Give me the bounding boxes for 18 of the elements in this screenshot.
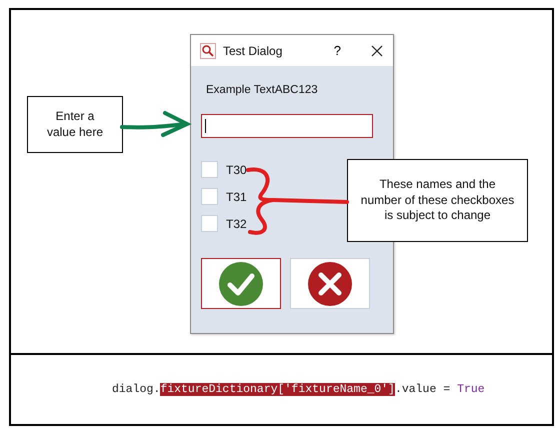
checkbox-label: T31: [226, 190, 247, 204]
arrow: [120, 111, 192, 137]
dialog-label: Example TextABC123: [206, 84, 319, 96]
help-button[interactable]: ?: [334, 43, 341, 58]
checkbox-label: T32: [226, 216, 247, 230]
checkbox-label: T30: [226, 162, 247, 176]
callout-box: Enter a value here: [27, 96, 123, 153]
input-field[interactable]: [201, 114, 373, 138]
callout-box: These names and the number of these checkboxes is subject to change: [347, 159, 528, 242]
checkbox[interactable]: [201, 215, 218, 232]
checkbox[interactable]: [201, 161, 218, 178]
ok-button[interactable]: [201, 258, 281, 309]
code-line: dialog.fixtureDictionary['fixtureName_0'].value = True: [112, 383, 485, 396]
cancel-button[interactable]: [290, 258, 370, 309]
close-icon[interactable]: [371, 44, 383, 56]
magnifier-icon: [200, 42, 216, 58]
checkbox[interactable]: [201, 188, 218, 205]
window-title: Test Dialog: [223, 44, 282, 58]
